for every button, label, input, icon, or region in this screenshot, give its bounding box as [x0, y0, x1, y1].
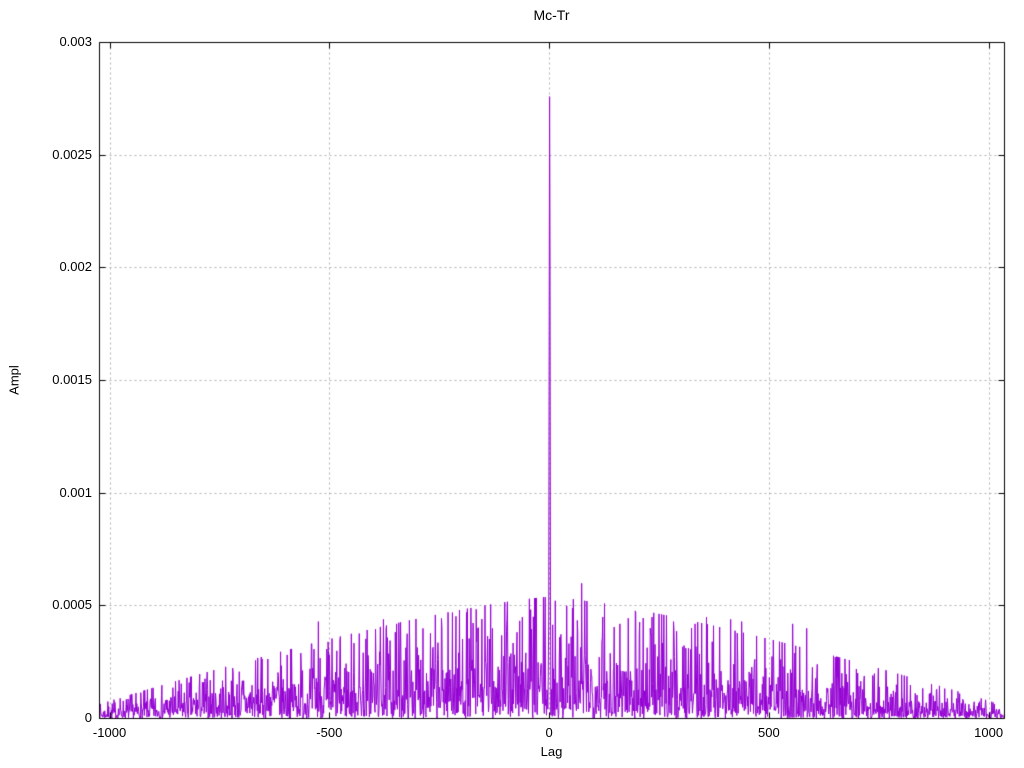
- x-tick-label: 500: [757, 725, 780, 740]
- chart-figure: Mc-Tr Ampl Lag 0 0.0005 0.001 0.0015 0.0…: [0, 0, 1024, 768]
- x-axis-label: Lag: [540, 744, 563, 759]
- y-tick-label: 0.001: [59, 484, 92, 500]
- x-tick-label: -500: [316, 725, 343, 740]
- plot-canvas: [0, 0, 1024, 768]
- x-tick-label: 0: [545, 725, 553, 740]
- y-tick-label: 0.003: [59, 34, 92, 49]
- y-tick-label: 0: [84, 710, 92, 725]
- y-tick-label: 0.0015: [52, 372, 92, 387]
- y-tick-label: 0.0005: [52, 597, 92, 613]
- y-tick-label: 0.002: [59, 259, 92, 275]
- x-tick-label: 1000: [974, 725, 1004, 740]
- chart-title: Mc-Tr: [533, 7, 570, 23]
- x-tick-label: -1000: [92, 725, 127, 740]
- y-tick-label: 0.0025: [52, 146, 92, 162]
